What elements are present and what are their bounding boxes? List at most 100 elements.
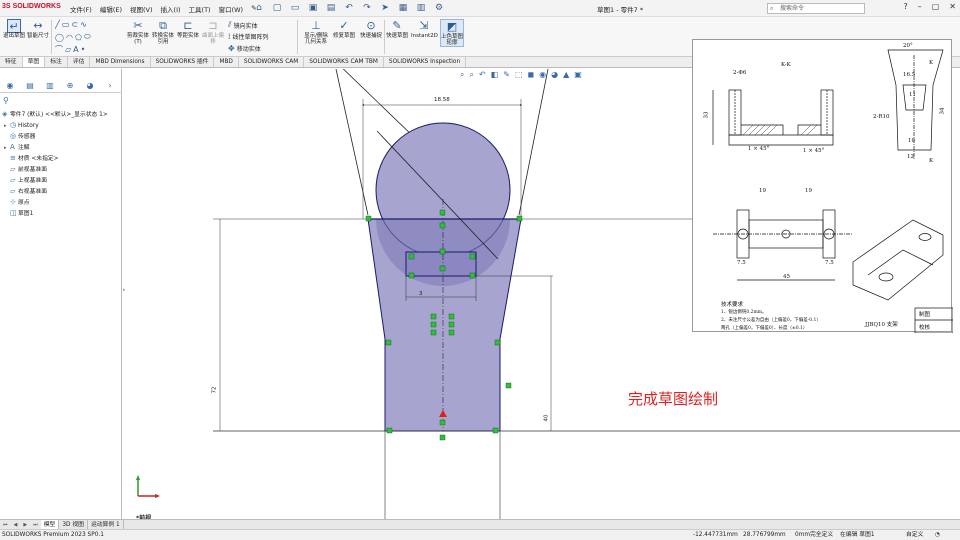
linear-pattern-icon: ⁞ — [228, 32, 231, 41]
tab-addins[interactable]: SOLIDWORKS 插件 — [151, 57, 215, 67]
tree-item-origin[interactable]: ⊹ 原点 — [2, 197, 122, 208]
tab-mbd[interactable]: MBD — [214, 57, 239, 67]
shaded-sketch-button[interactable]: ◩ 上色草图轮廓 — [440, 19, 464, 47]
tree-item-material[interactable]: ≡ 材质 <未指定> — [2, 153, 122, 164]
dimension-left-height[interactable]: 72 — [212, 387, 218, 394]
first-tab-icon[interactable]: ⏮ — [0, 522, 11, 528]
move-entities-item[interactable]: ✥ 移动实体 — [228, 44, 261, 53]
dimension-right-height[interactable]: 40 — [544, 415, 550, 422]
feature-manager-tab-icon[interactable]: ◉ — [0, 79, 20, 92]
close-icon[interactable]: ✕ — [949, 2, 956, 11]
tree-item-annotations[interactable]: ▸ A 注解 — [2, 142, 122, 153]
exit-sketch-button[interactable]: ↵ 退出草图 — [3, 19, 25, 39]
note-2: 2、未注尺寸公差为自由（上偏差0，下偏差-0.1） — [721, 318, 821, 323]
rebuild-status-icon[interactable]: ◔ — [935, 530, 940, 540]
line-tool[interactable]: ╱ ▭ ⊂ ∿ — [55, 20, 87, 29]
more-tabs-icon[interactable]: › — [100, 79, 120, 92]
property-manager-tab-icon[interactable]: ▤ — [20, 79, 40, 92]
save-icon[interactable]: ▣ — [307, 2, 319, 14]
dimxpert-tab-icon[interactable]: ⊕ — [60, 79, 80, 92]
mirror-entities-item[interactable]: ⫽ 镜向实体 — [228, 20, 258, 30]
status-bar: SOLIDWORKS Premium 2023 SP0.1 -12.447731… — [0, 529, 960, 540]
tab-cam-tbm[interactable]: SOLIDWORKS CAM TBM — [304, 57, 384, 67]
tab-evaluate[interactable]: 评估 — [68, 57, 91, 67]
exit-sketch-icon: ↵ — [7, 19, 21, 33]
manager-tabs: ◉ ▤ ▥ ⊕ ◕ › — [0, 79, 122, 93]
tab-model[interactable]: 模型 — [40, 519, 60, 530]
search-input[interactable]: ⌕ 搜索命令 — [767, 3, 865, 14]
help-icon[interactable]: ? — [903, 2, 907, 11]
tree-item-right-plane[interactable]: ▱ 右视基准面 — [2, 186, 122, 197]
solidworks-logo[interactable]: 3S SOLIDWORKS — [2, 3, 61, 10]
cursor-z: 0mm — [795, 532, 810, 538]
convert-entities-button[interactable]: ⧉ 转换实体引用 — [152, 19, 174, 45]
table-drafter: 制图 — [919, 312, 931, 318]
menu-insert[interactable]: 插入(I) — [161, 4, 181, 14]
fillet-tool[interactable]: ⌒ ▱ A • — [55, 44, 85, 55]
offset-surface-button[interactable]: ⊐ 曲面上偏移 — [202, 19, 224, 45]
select-icon[interactable]: ➤ — [379, 2, 391, 14]
menu-window[interactable]: 窗口(W) — [219, 4, 244, 14]
open-icon[interactable]: ▭ — [289, 2, 301, 14]
slot-icon: ⊂ — [71, 20, 79, 29]
last-tab-icon[interactable]: ⏭ — [30, 522, 41, 528]
feature-manager-panel: ◉ ▤ ▥ ⊕ ◕ › ⚲ ◈ 零件7 (默认) <<默认>_显示状态 1> ▸ ◷… — [0, 69, 122, 519]
home-icon[interactable]: ⌂ — [253, 2, 265, 14]
version-label: SOLIDWORKS Premium 2023 SP0.1 — [2, 532, 104, 538]
tab-mbd-dimensions[interactable]: MBD Dimensions — [90, 57, 151, 67]
units-selector[interactable]: 自定义 — [906, 530, 923, 540]
undo-icon[interactable]: ↶ — [343, 2, 355, 14]
file-properties-icon[interactable]: ▥ — [415, 2, 427, 14]
relation-marker — [448, 329, 455, 336]
display-manager-tab-icon[interactable]: ◕ — [80, 79, 100, 92]
menu-tools[interactable]: 工具(T) — [189, 4, 211, 14]
trim-button[interactable]: ✂ 剪裁实体(T) — [127, 19, 149, 45]
prev-tab-icon[interactable]: ◀ — [11, 522, 21, 528]
dimension-slot[interactable]: 3 — [419, 291, 423, 297]
tab-features[interactable]: 特征 — [0, 57, 23, 67]
smart-dimension-button[interactable]: ↔ 智能尺寸 — [27, 19, 49, 39]
quick-access-toolbar: ⌂ ▢ ▭ ▣ ▤ ↶ ↷ ➤ ▦ ▥ ⚙ — [253, 2, 445, 14]
dimension-top-width[interactable]: 18.58 — [434, 97, 450, 103]
configuration-manager-tab-icon[interactable]: ▥ — [40, 79, 60, 92]
print-icon[interactable]: ▤ — [325, 2, 337, 14]
minimize-icon[interactable]: – — [918, 2, 922, 11]
rapid-sketch-button[interactable]: ✎ 快速草图 — [386, 19, 408, 39]
tab-inspection[interactable]: SOLIDWORKS Inspection — [384, 57, 467, 67]
quick-snap-button[interactable]: ⊙ 快速捕捉 — [360, 19, 382, 39]
menu-file[interactable]: 文件(F) — [70, 4, 92, 14]
tab-3d-views[interactable]: 3D 视图 — [59, 519, 88, 530]
arc-icon: ◠ — [65, 32, 73, 42]
tab-markup[interactable]: 标注 — [45, 57, 68, 67]
tree-item-top-plane[interactable]: ▱ 上视基准面 — [2, 175, 122, 186]
menu-view[interactable]: 视图(V) — [130, 4, 153, 14]
tab-cam[interactable]: SOLIDWORKS CAM — [239, 57, 305, 67]
menu-edit[interactable]: 编辑(E) — [100, 4, 122, 14]
cursor-x: -12.447731mm — [693, 532, 738, 538]
tree-item-sensors[interactable]: ◎ 传感器 — [2, 131, 122, 142]
maximize-icon[interactable]: ▢ — [932, 2, 940, 11]
redo-icon[interactable]: ↷ — [361, 2, 373, 14]
tab-motion-study[interactable]: 运动算例 1 — [88, 519, 124, 530]
smart-dimension-icon: ↔ — [33, 19, 43, 32]
instant2d-button[interactable]: ⇲ Instant2D — [411, 19, 438, 39]
relation-marker — [469, 253, 476, 260]
tree-item-front-plane[interactable]: ▱ 前视基准面 — [2, 164, 122, 175]
tree-root[interactable]: ◈ 零件7 (默认) <<默认>_显示状态 1> — [2, 109, 122, 120]
filter-icon[interactable]: ⚲ — [3, 96, 9, 105]
tab-sketch[interactable]: 草图 — [22, 57, 46, 67]
tree-item-sketch1[interactable]: ◫草图1 — [2, 208, 122, 219]
linear-pattern-item[interactable]: ⁞ 线性草图阵列 — [228, 32, 269, 41]
relation-marker — [505, 382, 512, 389]
rebuild-icon[interactable]: ▦ — [397, 2, 409, 14]
tree-item-history[interactable]: ▸ ◷ History — [2, 120, 122, 131]
options-icon[interactable]: ⚙ — [433, 2, 445, 14]
next-tab-icon[interactable]: ▶ — [20, 522, 30, 528]
circle-tool[interactable]: ◯ ◠ ⬠ ⬭ — [55, 32, 91, 42]
repair-sketch-button[interactable]: ✓ 修复草图 — [333, 19, 355, 39]
relations-button[interactable]: ⊥ 显示/删除几何关系 — [302, 19, 330, 45]
new-icon[interactable]: ▢ — [271, 2, 283, 14]
offset-entities-button[interactable]: ⊏ 等距实体 — [177, 19, 199, 39]
relation-marker — [430, 329, 437, 336]
instant2d-icon: ⇲ — [419, 19, 429, 32]
